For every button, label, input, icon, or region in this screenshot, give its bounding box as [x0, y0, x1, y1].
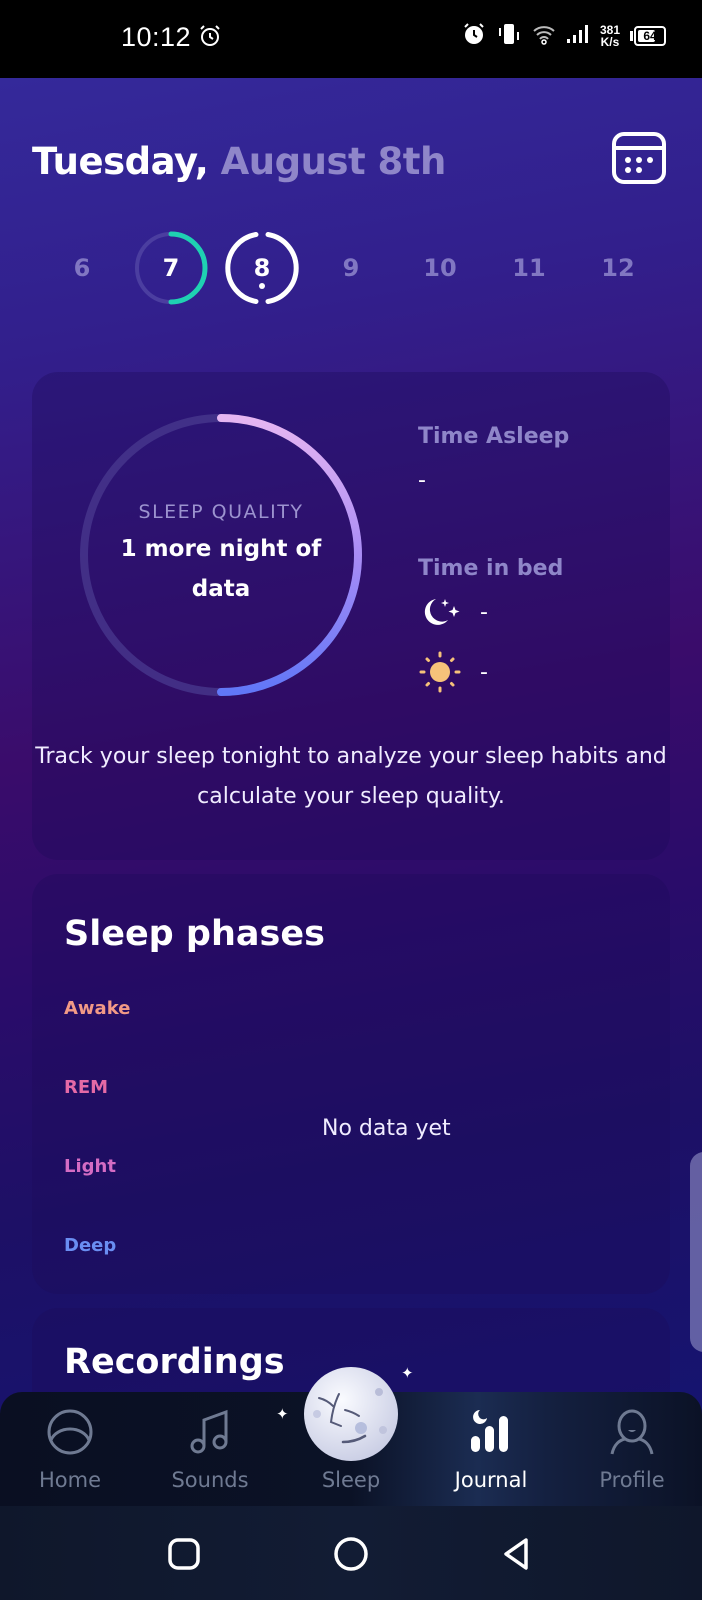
- sun-icon: [419, 651, 461, 693]
- network-speed: 381 K/s: [600, 24, 620, 48]
- day-9[interactable]: 9: [311, 228, 391, 308]
- day-6[interactable]: 6: [42, 228, 122, 308]
- sleep-quality-description: Track your sleep tonight to analyze your…: [35, 744, 667, 809]
- wakeup-value: -: [480, 659, 488, 685]
- day-11[interactable]: 11: [489, 228, 569, 308]
- alarm-clock-icon: [198, 24, 222, 52]
- nav-profile[interactable]: Profile: [572, 1392, 692, 1506]
- phase-label-awake: Awake: [64, 998, 131, 1019]
- phase-label-rem: REM: [64, 1077, 109, 1098]
- side-panel-handle[interactable]: [690, 1152, 702, 1352]
- phase-label-light: Light: [64, 1156, 116, 1177]
- phase-label-deep: Deep: [64, 1235, 117, 1256]
- sleep-quality-summary: SLEEP QUALITY 1 more night of data: [76, 410, 366, 700]
- time-in-bed-title: Time in bed: [418, 556, 564, 581]
- day-label: 6: [73, 254, 91, 282]
- back-triangle-icon: [504, 1538, 528, 1570]
- sleep-quality-label: SLEEP QUALITY: [138, 501, 304, 523]
- day-12[interactable]: 12: [578, 228, 658, 308]
- sleep-quality-value: 1 more night of data: [120, 536, 322, 602]
- no-data-message: No data yet: [322, 1116, 451, 1141]
- time-asleep-title: Time Asleep: [418, 424, 570, 449]
- nav-label: Journal: [454, 1468, 528, 1492]
- page-title: Tuesday, August 8th: [32, 140, 446, 183]
- music-note-icon: [190, 1409, 228, 1454]
- wakeup-row: -: [418, 650, 488, 694]
- sleep-phases-title: Sleep phases: [64, 914, 325, 954]
- calendar-icon: [612, 132, 666, 184]
- status-bar: 10:12 381 K/s 64: [0, 0, 702, 78]
- title-date: August 8th: [220, 140, 447, 183]
- sleep-moon-button[interactable]: [303, 1366, 399, 1462]
- day-10[interactable]: 10: [400, 228, 480, 308]
- signal-icon: [566, 23, 590, 49]
- battery-level: 64: [643, 29, 657, 43]
- network-speed-unit: K/s: [600, 35, 620, 49]
- alarm-icon: [462, 22, 486, 50]
- home-icon: [47, 1409, 93, 1455]
- day-label: 11: [512, 254, 546, 282]
- day-label: 12: [601, 254, 635, 282]
- sparkle-icon: ✦: [401, 1364, 414, 1382]
- home-system-button[interactable]: [331, 1534, 371, 1574]
- day-label: 10: [423, 254, 457, 282]
- vibrate-icon: [496, 22, 522, 50]
- home-circle-icon: [334, 1537, 368, 1571]
- calendar-button[interactable]: [611, 131, 667, 185]
- wifi-icon: [532, 22, 556, 50]
- nav-label: Profile: [599, 1468, 665, 1492]
- sleep-quality-card: SLEEP QUALITY 1 more night of data Time …: [32, 372, 670, 860]
- nav-journal[interactable]: Journal: [431, 1392, 551, 1506]
- bedtime-value: -: [480, 599, 488, 625]
- day-label: 7: [162, 254, 180, 282]
- moon-face-icon: [304, 1367, 398, 1461]
- nav-home[interactable]: Home: [10, 1392, 130, 1506]
- sparkle-icon: ✦: [276, 1405, 289, 1423]
- title-weekday: Tuesday,: [32, 140, 209, 183]
- nav-label: Sounds: [171, 1468, 249, 1492]
- day-label: 9: [342, 254, 360, 282]
- recordings-title: Recordings: [64, 1342, 285, 1382]
- battery-icon: 64: [630, 26, 666, 46]
- sleep-phases-card: Sleep phases Awake REM Light Deep No dat…: [32, 874, 670, 1294]
- recents-icon: [168, 1538, 200, 1570]
- time-asleep-value: -: [418, 468, 426, 493]
- status-time: 10:12: [121, 22, 192, 52]
- bedtime-row: -: [418, 596, 488, 628]
- journal-screen: Tuesday, August 8th 6 7 8 9 10 11 12 SLE…: [0, 78, 702, 1488]
- nav-label: Sleep: [321, 1468, 381, 1492]
- day-8-selected[interactable]: 8: [222, 228, 302, 308]
- journal-chart-icon: [471, 1410, 508, 1452]
- recents-button[interactable]: [164, 1534, 204, 1574]
- nav-sounds[interactable]: Sounds: [150, 1392, 270, 1506]
- moon-stars-icon: [424, 599, 460, 625]
- back-button[interactable]: [497, 1534, 537, 1574]
- profile-icon: [610, 1409, 654, 1455]
- nav-label: Home: [38, 1468, 101, 1492]
- day-label: 8: [253, 254, 271, 282]
- system-navigation-bar: [0, 1506, 702, 1600]
- day-7[interactable]: 7: [131, 228, 211, 308]
- day-selector: 6 7 8 9 10 11 12: [0, 228, 702, 308]
